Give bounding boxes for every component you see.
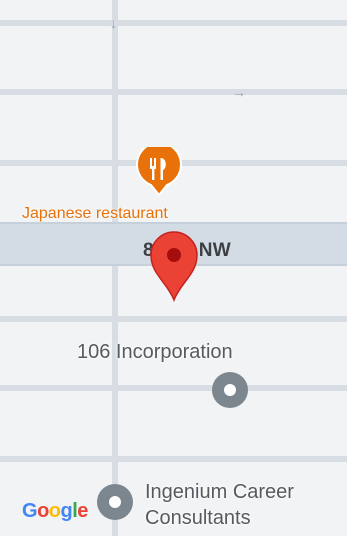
red-location-pin-icon — [150, 231, 198, 303]
one-way-arrow-down-icon: ↓ — [110, 15, 117, 31]
google-logo: Google — [22, 500, 88, 523]
horizontal-street — [0, 316, 347, 322]
logo-letter: g — [60, 500, 73, 522]
restaurant-marker[interactable] — [136, 141, 182, 202]
fork-knife-icon — [136, 141, 182, 197]
one-way-arrow-right-icon: → — [232, 84, 246, 100]
horizontal-street — [0, 20, 347, 26]
horizontal-street — [0, 385, 347, 391]
selected-location-pin[interactable] — [149, 230, 199, 307]
restaurant-label[interactable]: Japanese restaurant — [22, 205, 168, 223]
logo-letter: o — [37, 500, 49, 522]
place-label-line1[interactable]: Ingenium Career — [145, 481, 294, 504]
place-dot-icon[interactable] — [212, 372, 248, 408]
logo-letter: G — [22, 500, 38, 522]
map-canvas[interactable]: ↓ → Japanese restaurant 8 Ave NW 106 Inc… — [0, 0, 347, 536]
place-label-line2[interactable]: Consultants — [145, 507, 251, 530]
place-dot-icon[interactable] — [97, 484, 133, 520]
logo-letter: o — [48, 500, 61, 522]
horizontal-street — [0, 89, 347, 95]
logo-letter: e — [77, 500, 88, 522]
horizontal-street — [0, 456, 347, 462]
place-label[interactable]: 106 Incorporation — [77, 341, 233, 364]
